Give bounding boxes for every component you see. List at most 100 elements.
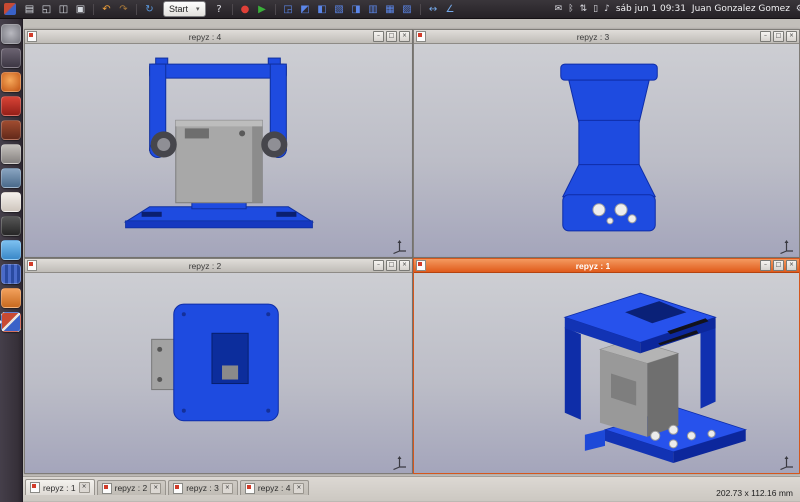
- tab-repyz-4[interactable]: repyz : 4 ×: [240, 480, 310, 495]
- servo-bracket-side-view: [414, 44, 799, 257]
- axis-cross-icon[interactable]: [779, 239, 794, 254]
- front-view-icon[interactable]: ◧: [315, 2, 330, 17]
- launcher-item-terminal[interactable]: [1, 216, 21, 236]
- undo-icon[interactable]: ↶: [99, 2, 114, 17]
- axonometric-view-icon[interactable]: ◩: [298, 2, 313, 17]
- toolbar-separator: [232, 4, 233, 15]
- tab-label: repyz : 1: [43, 483, 76, 493]
- restore-button[interactable]: □: [773, 31, 784, 42]
- document-icon: [416, 31, 426, 42]
- restore-button[interactable]: □: [773, 260, 784, 271]
- whats-this-icon[interactable]: ?: [212, 2, 227, 17]
- window-titlebar[interactable]: repyz : 4 – □ ×: [25, 30, 412, 44]
- minimize-button[interactable]: –: [760, 260, 771, 271]
- mdi-area: repyz : 4 – □ ×: [22, 18, 800, 476]
- session-gear-icon[interactable]: ⚙: [796, 4, 800, 14]
- toolbar-separator: [420, 4, 421, 15]
- window-title: repyz : 3: [428, 31, 758, 43]
- minimize-button[interactable]: –: [760, 31, 771, 42]
- launcher-item-media-player[interactable]: [1, 264, 21, 284]
- print-icon[interactable]: ▣: [73, 2, 88, 17]
- axis-cross-icon[interactable]: [779, 455, 794, 470]
- tab-repyz-1[interactable]: repyz : 1 ×: [25, 479, 95, 495]
- right-view-icon[interactable]: ◨: [349, 2, 364, 17]
- bluetooth-indicator-icon[interactable]: ᛒ: [568, 4, 573, 14]
- launcher-item-twitter[interactable]: [1, 240, 21, 260]
- workbench-selector[interactable]: Start ▾: [163, 1, 206, 17]
- measure-angle-icon[interactable]: ∠: [443, 2, 458, 17]
- tab-repyz-3[interactable]: repyz : 3 ×: [168, 480, 238, 495]
- window-titlebar[interactable]: repyz : 3 – □ ×: [414, 30, 799, 44]
- viewport-tab-bar: repyz : 1 × repyz : 2 × repyz : 3 × repy…: [22, 477, 800, 495]
- window-titlebar[interactable]: repyz : 1 – □ ×: [414, 259, 799, 273]
- tab-close-icon[interactable]: ×: [79, 482, 90, 493]
- sound-indicator-icon[interactable]: ♪: [604, 4, 610, 14]
- top-view-icon[interactable]: ▧: [332, 2, 347, 17]
- top-panel: ▤ ◱ ◫ ▣ ↶ ↷ ↻ Start ▾ ? ● ▶ ◲ ◩ ◧ ▧ ◨ ▥ …: [0, 0, 800, 19]
- unity-launcher: [0, 18, 23, 502]
- measure-distance-icon[interactable]: ↔: [426, 2, 441, 17]
- document-icon: [102, 483, 112, 494]
- launcher-item-files[interactable]: [1, 48, 21, 68]
- tab-label: repyz : 4: [258, 483, 291, 493]
- axis-cross-icon[interactable]: [392, 239, 407, 254]
- 3d-viewport-side[interactable]: [414, 44, 799, 257]
- redo-icon[interactable]: ↷: [116, 2, 131, 17]
- launcher-item-adobe-reader[interactable]: [1, 96, 21, 116]
- network-indicator-icon[interactable]: ⇅: [580, 4, 588, 14]
- restore-button[interactable]: □: [386, 260, 397, 271]
- 3d-viewport-axonometric[interactable]: [414, 273, 799, 473]
- servo-bracket-front-view: [25, 44, 412, 257]
- minimize-button[interactable]: –: [373, 260, 384, 271]
- open-document-icon[interactable]: ◱: [39, 2, 54, 17]
- tab-close-icon[interactable]: ×: [150, 483, 161, 494]
- macro-record-icon[interactable]: ●: [238, 2, 253, 17]
- document-icon: [27, 31, 37, 42]
- tab-close-icon[interactable]: ×: [293, 483, 304, 494]
- close-button[interactable]: ×: [399, 260, 410, 271]
- servo-bracket-top-view: [25, 273, 412, 473]
- viewport-window-repyz-2: repyz : 2 – □ ×: [24, 258, 413, 474]
- launcher-item-dash-home[interactable]: [1, 24, 21, 44]
- close-button[interactable]: ×: [786, 31, 797, 42]
- launcher-item-firefox[interactable]: [1, 72, 21, 92]
- clock-indicator[interactable]: sáb jun 1 09:31: [616, 4, 686, 14]
- save-icon[interactable]: ◫: [56, 2, 71, 17]
- new-document-icon[interactable]: ▤: [22, 2, 37, 17]
- close-button[interactable]: ×: [786, 260, 797, 271]
- document-icon: [30, 482, 40, 493]
- window-title: repyz : 1: [428, 260, 758, 272]
- toolbar-separator: [136, 4, 137, 15]
- launcher-item-freecad[interactable]: [1, 312, 21, 332]
- left-view-icon[interactable]: ▨: [400, 2, 415, 17]
- user-menu[interactable]: Juan Gonzalez Gomez: [692, 4, 790, 14]
- refresh-icon[interactable]: ↻: [142, 2, 157, 17]
- tab-repyz-2[interactable]: repyz : 2 ×: [97, 480, 167, 495]
- tab-label: repyz : 2: [115, 483, 148, 493]
- messages-indicator-icon[interactable]: ✉: [555, 4, 563, 14]
- launcher-item-system-settings[interactable]: [1, 144, 21, 164]
- launcher-item-ubuntu-one[interactable]: [1, 120, 21, 140]
- window-titlebar[interactable]: repyz : 2 – □ ×: [25, 259, 412, 273]
- system-tray: ✉ ᛒ ⇅ ▯ ♪ sáb jun 1 09:31 Juan Gonzalez …: [555, 4, 800, 14]
- bottom-view-icon[interactable]: ▦: [383, 2, 398, 17]
- viewport-window-repyz-4: repyz : 4 – □ ×: [24, 29, 413, 258]
- fit-all-icon[interactable]: ◲: [281, 2, 296, 17]
- macro-play-icon[interactable]: ▶: [255, 2, 270, 17]
- launcher-item-software-center[interactable]: [1, 288, 21, 308]
- axis-cross-icon[interactable]: [392, 455, 407, 470]
- launcher-item-libreoffice[interactable]: [1, 168, 21, 188]
- servo-bracket-axonometric-view: [414, 273, 799, 473]
- restore-button[interactable]: □: [386, 31, 397, 42]
- 3d-viewport-top[interactable]: [25, 273, 412, 473]
- workbench-selector-value: Start: [169, 4, 188, 14]
- launcher-item-gmail[interactable]: [1, 192, 21, 212]
- rear-view-icon[interactable]: ▥: [366, 2, 381, 17]
- tab-close-icon[interactable]: ×: [222, 483, 233, 494]
- minimize-button[interactable]: –: [373, 31, 384, 42]
- 3d-viewport-front[interactable]: [25, 44, 412, 257]
- active-app-arrow-icon: [0, 318, 2, 326]
- close-button[interactable]: ×: [399, 31, 410, 42]
- document-icon: [27, 260, 37, 271]
- battery-indicator-icon[interactable]: ▯: [593, 4, 598, 14]
